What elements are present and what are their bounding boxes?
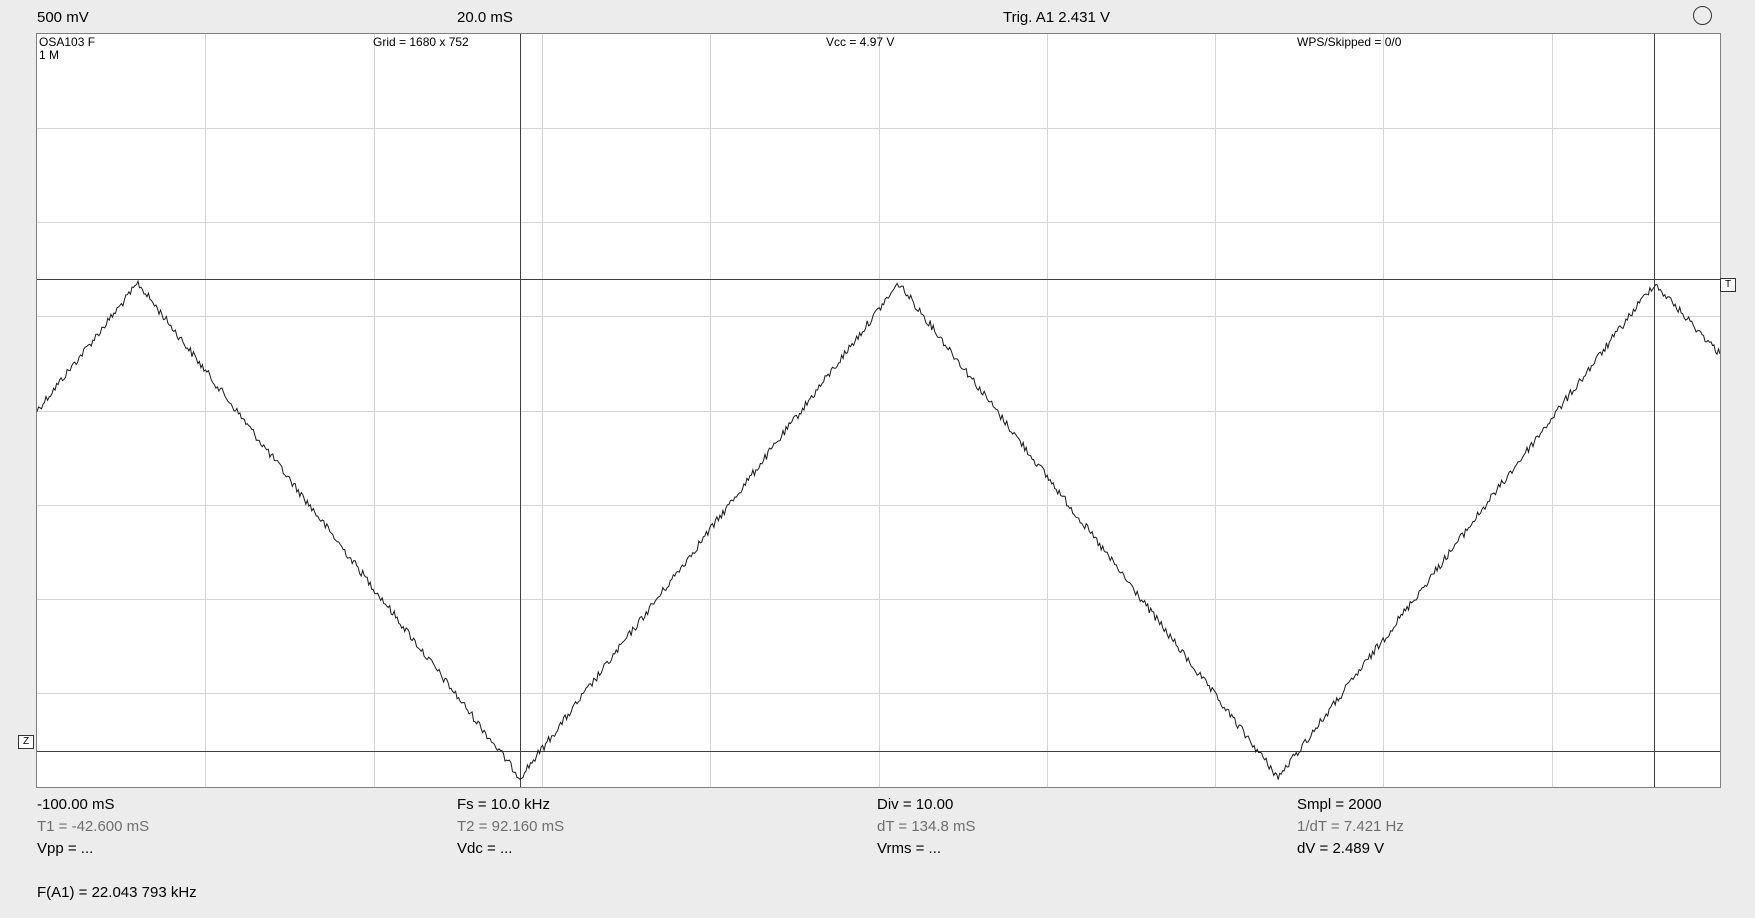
wps-label: WPS/Skipped = 0/0 (1297, 35, 1402, 49)
zero-level-marker-icon[interactable]: Z (18, 735, 34, 749)
vpp-readout: Vpp = ... (37, 840, 94, 857)
waveform-trace (37, 279, 1720, 781)
divisions-label: Div = 10.00 (877, 796, 954, 813)
vdc-readout: Vdc = ... (457, 840, 513, 857)
sample-rate-label: Fs = 10.0 kHz (457, 796, 550, 813)
dv-readout: dV = 2.489 V (1297, 840, 1385, 857)
scope-display[interactable]: OSA103 F 1 M Grid = 1680 x 752 Vcc = 4.9… (36, 33, 1721, 788)
time-per-div-label: 20.0 mS (457, 9, 513, 26)
trigger-level-marker-icon[interactable]: T (1720, 278, 1736, 292)
trigger-label: Trig. A1 2.431 V (1003, 9, 1111, 26)
vcc-label: Vcc = 4.97 V (826, 35, 895, 49)
grid-size-label: Grid = 1680 x 752 (373, 35, 469, 49)
t2-cursor-readout: T2 = 92.160 mS (457, 818, 565, 835)
sample-count-label: Smpl = 2000 (1297, 796, 1382, 813)
waveform-plot (37, 34, 1720, 787)
time-offset-label: -100.00 mS (37, 796, 115, 813)
volts-per-div-label: 500 mV (37, 9, 89, 26)
t1-cursor-readout: T1 = -42.600 mS (37, 818, 150, 835)
inverse-dt-readout: 1/dT = 7.421 Hz (1297, 818, 1404, 835)
circle-button-icon[interactable] (1693, 6, 1712, 25)
dt-readout: dT = 134.8 mS (877, 818, 976, 835)
mode-label: 1 M (39, 48, 60, 62)
vrms-readout: Vrms = ... (877, 840, 942, 857)
frequency-readout: F(A1) = 22.043 793 kHz (37, 884, 197, 901)
